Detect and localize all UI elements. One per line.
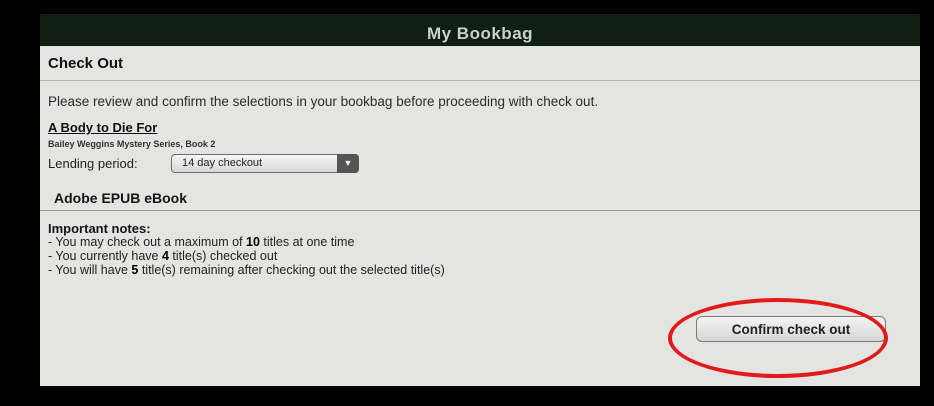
header-bar: My Bookbag [40, 14, 920, 46]
book-series: Bailey Weggins Mystery Series, Book 2 [48, 139, 216, 149]
notes-list: - You may check out a maximum of 10 titl… [48, 235, 445, 277]
note-item: - You will have 5 title(s) remaining aft… [48, 263, 445, 277]
lending-period-value: 14 day checkout [182, 157, 263, 169]
confirm-checkout-button[interactable]: Confirm check out [696, 316, 886, 342]
book-title-link[interactable]: A Body to Die For [48, 120, 157, 135]
note-item: - You may check out a maximum of 10 titl… [48, 235, 355, 249]
format-label: Adobe EPUB eBook [54, 190, 188, 206]
lending-period-label: Lending period: [48, 156, 138, 171]
note-item: - You currently have 4 title(s) checked … [48, 249, 278, 263]
chevron-down-icon: ▼ [337, 154, 359, 173]
bookbag-panel: My Bookbag Check Out Please review and c… [40, 14, 920, 386]
checkout-heading: Check Out [48, 55, 124, 72]
divider [40, 80, 920, 81]
page-title: My Bookbag [426, 24, 534, 43]
checkout-instructions: Please review and confirm the selections… [48, 94, 599, 109]
lending-period-select[interactable]: 14 day checkout ▼ [171, 154, 359, 173]
photo-frame: My Bookbag Check Out Please review and c… [0, 0, 934, 406]
divider [40, 210, 920, 211]
notes-heading: Important notes: [48, 221, 151, 236]
